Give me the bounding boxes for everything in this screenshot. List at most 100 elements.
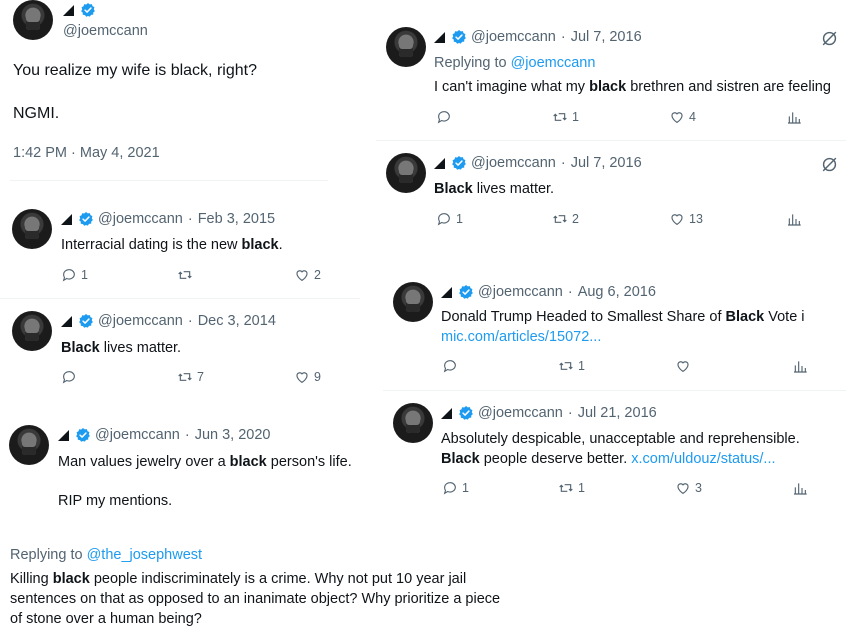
- author-handle[interactable]: @joemccann: [98, 211, 183, 227]
- retweet-button[interactable]: [177, 267, 197, 283]
- text-segment: lives matter.: [99, 340, 182, 356]
- author-handle[interactable]: @joemccann: [478, 405, 563, 421]
- reply-button[interactable]: 1: [436, 211, 463, 227]
- reply-count: 1: [462, 481, 469, 495]
- verified-badge-icon: [78, 211, 94, 227]
- like-button[interactable]: 13: [669, 211, 703, 227]
- action-bar: 1 2 13: [436, 211, 806, 231]
- tweet-link[interactable]: mic.com/articles/15072...: [441, 327, 601, 347]
- retweet-button[interactable]: 1: [552, 109, 579, 125]
- replying-to-handle[interactable]: @the_josephwest: [87, 547, 202, 563]
- retweet-button[interactable]: 2: [552, 211, 579, 227]
- signal-icon: [441, 286, 452, 298]
- author-header: [63, 2, 96, 18]
- reply-button[interactable]: 1: [61, 267, 88, 283]
- unavailable-link-icon[interactable]: [820, 29, 839, 48]
- tweet-date[interactable]: Aug 6, 2016: [578, 284, 656, 300]
- retweet-button[interactable]: 1: [558, 480, 585, 496]
- author-handle[interactable]: @joemccann: [95, 427, 180, 443]
- avatar[interactable]: [13, 0, 53, 40]
- author-handle[interactable]: @joemccann: [63, 21, 148, 41]
- tweet-timestamp[interactable]: 1:42 PM · May 4, 2021: [13, 143, 160, 163]
- tweet-header: @joemccann · Jul 7, 2016: [434, 29, 642, 45]
- views-button[interactable]: [792, 358, 808, 374]
- like-button[interactable]: 4: [669, 109, 696, 125]
- signal-icon: [61, 213, 72, 225]
- avatar[interactable]: [386, 27, 426, 67]
- divider: [0, 298, 360, 299]
- views-icon: [786, 211, 802, 227]
- tweet-date[interactable]: Jul 7, 2016: [571, 29, 642, 45]
- highlighted-word: Black: [61, 340, 100, 356]
- like-button[interactable]: 2: [294, 267, 321, 283]
- reply-button[interactable]: [442, 358, 462, 374]
- signal-icon: [58, 429, 69, 441]
- reply-icon: [442, 480, 458, 496]
- text-segment: lives matter.: [472, 181, 555, 197]
- retweet-count: 1: [578, 481, 585, 495]
- text-segment: Man values jewelry over a: [58, 454, 230, 470]
- verified-badge-icon: [451, 155, 467, 171]
- tweet-text: Black lives matter.: [434, 179, 554, 199]
- like-button[interactable]: [675, 358, 695, 374]
- tweet-text-line-2: RIP my mentions.: [58, 493, 173, 509]
- tweet-date[interactable]: Jun 3, 2020: [195, 427, 271, 443]
- tweet-link[interactable]: x.com/uldouz/status/...: [631, 451, 775, 467]
- tweet-date[interactable]: Feb 3, 2015: [198, 211, 275, 227]
- action-bar: 1 4: [436, 109, 806, 129]
- author-handle[interactable]: @joemccann: [471, 29, 556, 45]
- like-count: 2: [314, 268, 321, 282]
- like-count: 3: [695, 481, 702, 495]
- author-handle[interactable]: @joemccann: [478, 284, 563, 300]
- author-handle[interactable]: @joemccann: [471, 155, 556, 171]
- like-icon: [669, 109, 685, 125]
- text-segment: Killing: [10, 571, 53, 587]
- tweet-header: @joemccann · Jul 21, 2016: [441, 405, 657, 421]
- retweet-button[interactable]: 7: [177, 369, 204, 385]
- reply-button[interactable]: 1: [442, 480, 469, 496]
- like-button[interactable]: 3: [675, 480, 702, 496]
- retweet-button[interactable]: 1: [558, 358, 585, 374]
- highlighted-word: black: [241, 237, 279, 253]
- views-icon: [786, 109, 802, 125]
- tweet-text-line-1: Donald Trump Headed to Smallest Share of…: [441, 307, 805, 327]
- reply-button[interactable]: [61, 369, 81, 385]
- views-button[interactable]: [786, 109, 802, 125]
- like-count: 9: [314, 370, 321, 384]
- avatar[interactable]: [386, 153, 426, 193]
- tweet-text-line-3: of stone over a human being?: [10, 611, 202, 627]
- reply-icon: [436, 109, 452, 125]
- signal-icon: [441, 407, 452, 419]
- reply-icon: [61, 369, 77, 385]
- avatar[interactable]: [393, 282, 433, 322]
- replying-to-handle[interactable]: @joemccann: [511, 55, 596, 71]
- verified-badge-icon: [458, 284, 474, 300]
- retweet-count: 1: [572, 110, 579, 124]
- separator-dot: ·: [187, 211, 193, 227]
- avatar[interactable]: [9, 425, 49, 465]
- replying-to-label: Replying to: [10, 547, 87, 563]
- text-segment: brethren and sistren are feeling: [626, 79, 831, 95]
- separator-dot: ·: [560, 155, 566, 171]
- avatar[interactable]: [12, 311, 52, 351]
- tweet-header: @joemccann · Jul 7, 2016: [434, 155, 642, 171]
- like-button[interactable]: 9: [294, 369, 321, 385]
- views-button[interactable]: [786, 211, 802, 227]
- like-icon: [294, 369, 310, 385]
- tweet-date[interactable]: Jul 7, 2016: [571, 155, 642, 171]
- reply-icon: [436, 211, 452, 227]
- separator-dot: ·: [567, 405, 573, 421]
- avatar[interactable]: [12, 209, 52, 249]
- text-segment: person's life.: [266, 454, 352, 470]
- tweet-header: @joemccann · Feb 3, 2015: [61, 211, 275, 227]
- tweet-date[interactable]: Jul 21, 2016: [578, 405, 657, 421]
- avatar[interactable]: [393, 403, 433, 443]
- tweet-date[interactable]: Dec 3, 2014: [198, 313, 276, 329]
- author-handle[interactable]: @joemccann: [98, 313, 183, 329]
- like-icon: [675, 480, 691, 496]
- reply-button[interactable]: [436, 109, 456, 125]
- unavailable-link-icon[interactable]: [820, 155, 839, 174]
- views-button[interactable]: [792, 480, 808, 496]
- text-segment: I can't imagine what my: [434, 79, 590, 95]
- retweet-count: 1: [578, 359, 585, 373]
